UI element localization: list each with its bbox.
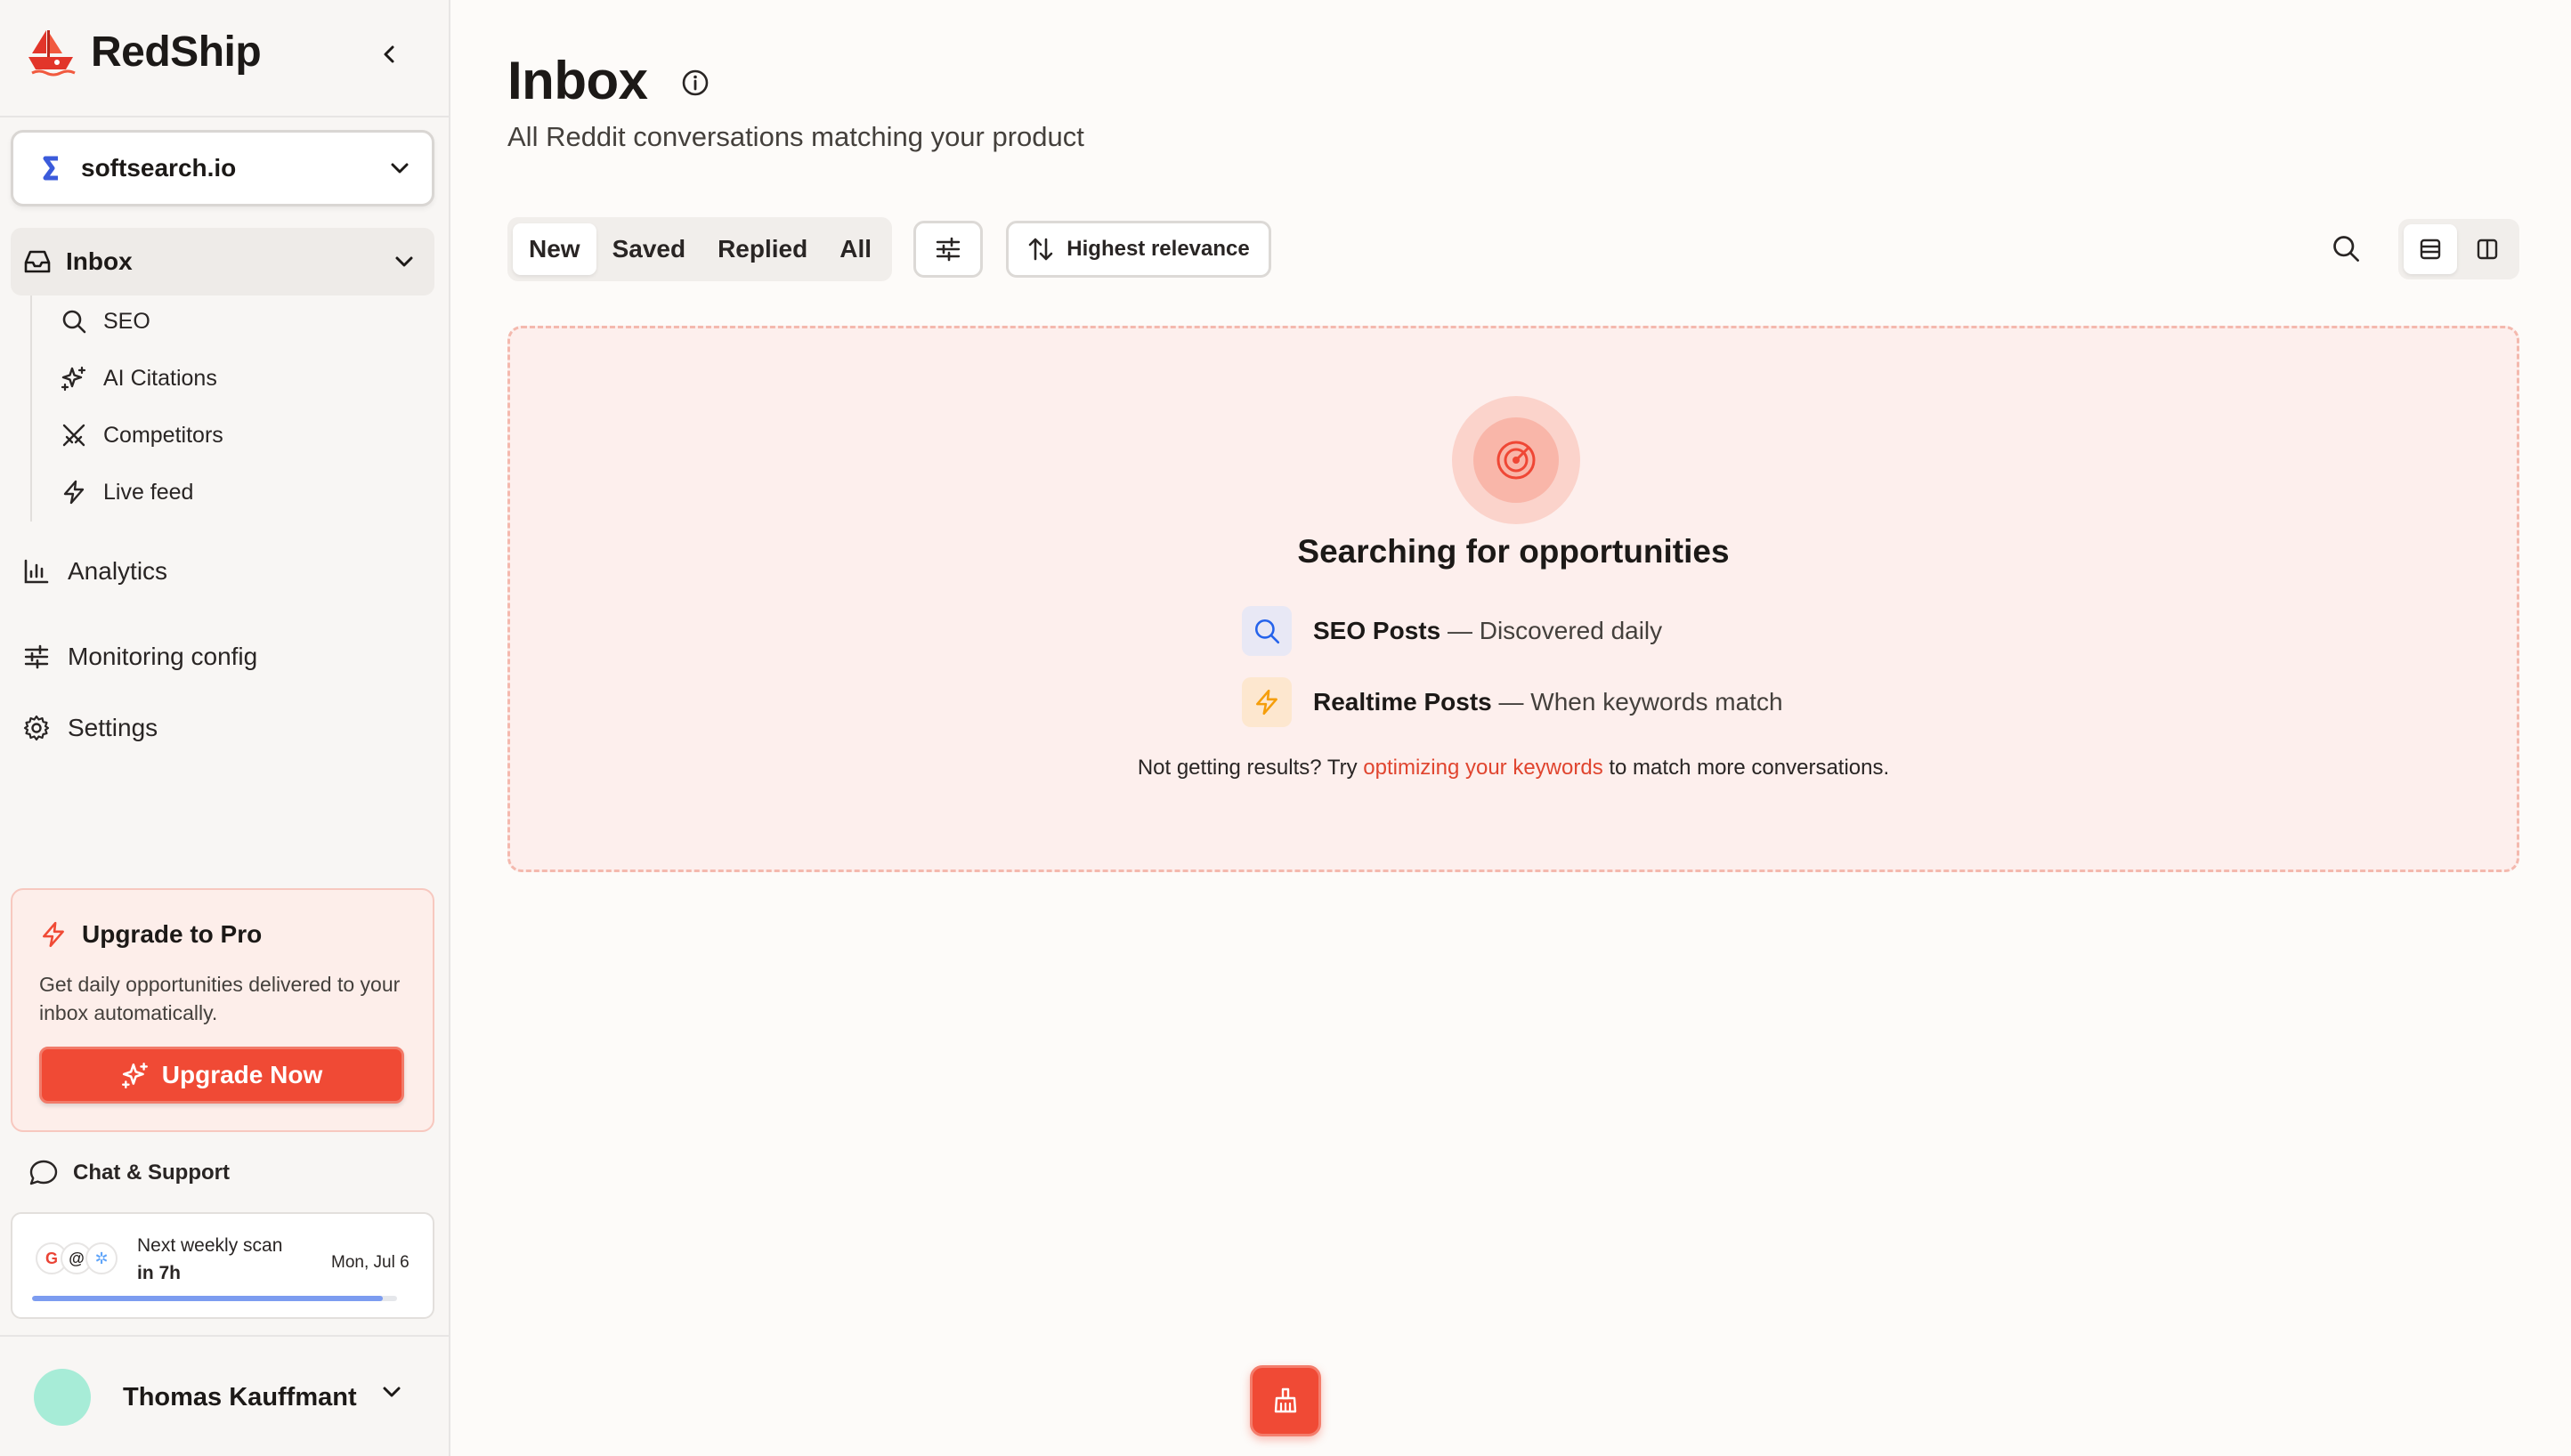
- feature-seo-posts: SEO Posts — Discovered daily: [1242, 606, 1662, 656]
- sliders-icon: [934, 236, 962, 263]
- divider: [0, 1335, 449, 1337]
- sidebar-item-label: Settings: [68, 714, 158, 741]
- weekly-scan-card: G @ ✲ Next weekly scan in 7h Mon, Jul 6: [11, 1212, 434, 1319]
- bolt-icon: [39, 920, 68, 949]
- scan-label: Next weekly scan in 7h: [137, 1232, 282, 1287]
- search-button[interactable]: [2331, 233, 2361, 263]
- scan-progress-fill: [32, 1296, 383, 1301]
- sidebar-item-analytics[interactable]: Analytics: [23, 557, 167, 586]
- bar-chart-icon: [23, 558, 50, 585]
- chevron-down-icon: [389, 161, 410, 175]
- split-view-button[interactable]: [2461, 224, 2514, 274]
- split-view-icon: [2475, 237, 2500, 262]
- scan-eta: in 7h: [137, 1263, 182, 1283]
- search-icon: [1242, 606, 1292, 656]
- sort-arrows-icon: [1027, 236, 1054, 263]
- brand[interactable]: RedShip: [27, 27, 262, 77]
- sidebar-item-label: SEO: [103, 308, 150, 334]
- sort-label: Highest relevance: [1067, 237, 1250, 261]
- sidebar-item-label: AI Citations: [103, 365, 217, 391]
- inbox-tabs: New Saved Replied All: [507, 217, 892, 281]
- empty-state-title: Searching for opportunities: [1297, 533, 1730, 570]
- empty-state-panel: Searching for opportunities SEO Posts — …: [507, 326, 2519, 872]
- tab-new[interactable]: New: [513, 223, 596, 275]
- sidebar-item-competitors[interactable]: Competitors: [61, 422, 223, 449]
- chevron-down-icon: [393, 255, 415, 269]
- divider: [0, 116, 449, 117]
- clear-button[interactable]: [1250, 1365, 1321, 1436]
- ship-logo-icon: [27, 27, 77, 77]
- sidebar-item-inbox[interactable]: Inbox: [11, 228, 434, 295]
- empty-state-hint: Not getting results? Try optimizing your…: [1137, 756, 1890, 780]
- tab-saved[interactable]: Saved: [596, 223, 702, 275]
- tab-replied[interactable]: Replied: [702, 223, 823, 275]
- sidebar-item-live-feed[interactable]: Live feed: [61, 479, 193, 506]
- openai-icon: ✲: [85, 1242, 118, 1274]
- avatar: [34, 1369, 91, 1426]
- sidebar-item-label: Competitors: [103, 422, 223, 448]
- list-view-button[interactable]: [2404, 224, 2457, 274]
- chevron-left-icon: [380, 44, 398, 65]
- sidebar-item-ai-citations[interactable]: AI Citations: [61, 365, 217, 392]
- project-selector[interactable]: softsearch.io: [11, 130, 434, 206]
- scan-sources: G @ ✲: [36, 1242, 118, 1274]
- upgrade-title: Upgrade to Pro: [39, 920, 262, 949]
- inbox-icon: [23, 248, 52, 275]
- filter-button[interactable]: [913, 221, 983, 278]
- chevron-down-icon[interactable]: [381, 1385, 402, 1399]
- radar-badge: [1452, 396, 1580, 524]
- sidebar-item-label: Monitoring config: [68, 643, 258, 670]
- chat-support-link[interactable]: Chat & Support: [28, 1159, 230, 1187]
- scan-date: Mon, Jul 6: [331, 1253, 410, 1272]
- sliders-icon: [23, 643, 50, 670]
- upgrade-description: Get daily opportunities delivered to you…: [39, 973, 401, 1024]
- sidebar-item-label: Live feed: [103, 479, 194, 505]
- tab-all[interactable]: All: [823, 223, 888, 275]
- sparkles-icon: [61, 365, 87, 392]
- gear-icon: [23, 715, 50, 741]
- sort-button[interactable]: Highest relevance: [1006, 221, 1271, 278]
- brand-name: RedShip: [91, 28, 262, 76]
- view-toggle: [2398, 219, 2519, 279]
- scan-progress-bar: [32, 1296, 397, 1301]
- broom-icon: [1270, 1386, 1301, 1416]
- upgrade-card: Upgrade to Pro Get daily opportunities d…: [11, 888, 434, 1132]
- page-subtitle: All Reddit conversations matching your p…: [507, 121, 1084, 152]
- user-name: Thomas Kauffmant: [123, 1382, 357, 1412]
- radar-icon: [1493, 437, 1539, 483]
- bolt-icon: [61, 479, 87, 506]
- info-icon[interactable]: [680, 68, 710, 98]
- sidebar: RedShip softsearch.io Inbox SEO AI Citat…: [0, 0, 450, 1456]
- collapse-sidebar-button[interactable]: [374, 39, 404, 69]
- bolt-icon: [1242, 677, 1292, 727]
- sidebar-item-settings[interactable]: Settings: [23, 714, 158, 742]
- sidebar-item-monitoring-config[interactable]: Monitoring config: [23, 643, 257, 671]
- inbox-sublist: SEO AI Citations Competitors Live feed: [30, 295, 422, 522]
- sidebar-item-label: Analytics: [68, 557, 168, 585]
- upgrade-now-button[interactable]: Upgrade Now: [39, 1047, 404, 1104]
- project-logo-icon: [40, 155, 63, 182]
- user-menu[interactable]: Thomas Kauffmant: [34, 1369, 357, 1426]
- optimize-keywords-link[interactable]: optimizing your keywords: [1363, 756, 1602, 780]
- sparkles-icon: [121, 1061, 150, 1089]
- sidebar-item-label: Inbox: [66, 247, 133, 275]
- list-view-icon: [2418, 237, 2443, 262]
- sidebar-item-seo[interactable]: SEO: [61, 308, 150, 335]
- page-title: Inbox: [507, 51, 648, 110]
- project-name: softsearch.io: [81, 154, 237, 182]
- chat-bubble-icon: [28, 1159, 59, 1187]
- search-icon: [61, 308, 87, 335]
- feature-realtime-posts: Realtime Posts — When keywords match: [1242, 677, 1783, 727]
- crossed-swords-icon: [61, 422, 87, 449]
